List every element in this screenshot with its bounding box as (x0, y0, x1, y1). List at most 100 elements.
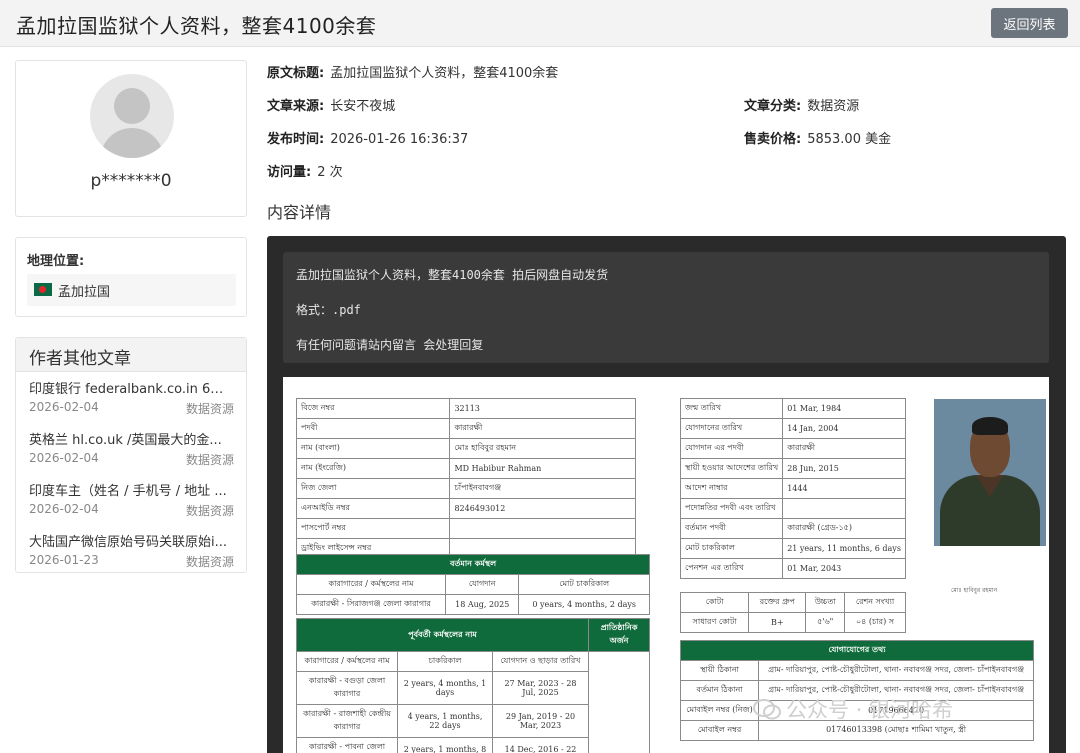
column-header: চাকরিকাল (397, 651, 493, 672)
table-cell: পাসপোর্ট নম্বর (295, 518, 451, 539)
meta-value: 数据资源 (807, 99, 860, 114)
user-silhouette-icon (114, 88, 150, 124)
table-cell: 0 years, 4 months, 2 days (518, 594, 650, 615)
meta-value: 5853.00 美金 (807, 132, 892, 147)
table-cell: 01 Mar, 2043 (782, 558, 906, 579)
table-cell: চাঁপাইনবাবগঞ্জ (449, 478, 636, 499)
section-heading: পূর্ববর্তী কর্মস্থলের নাম (295, 618, 590, 652)
column-header: মোট চাকরিকাল (518, 574, 650, 595)
geo-label: 地理位置: (27, 254, 85, 269)
list-item[interactable]: 印度银行 federalbank.co.in 63w 2026-02-04 数据… (16, 372, 246, 423)
list-item[interactable]: 印度车主（姓名 / 手机号 / 地址 ... 2026-02-04 数据资源 (16, 474, 246, 525)
meta-published: 发布时间: 2026-01-26 16:36:37 (267, 128, 468, 147)
wechat-watermark-icon (753, 699, 781, 720)
meta-price: 售卖价格: 5853.00 美金 (744, 128, 891, 147)
table-cell: 14 Dec, 2016 - 22 Jan, 2019 (491, 737, 590, 753)
watermark-text: 公众号 · 银河哈希 (786, 698, 954, 722)
meta-value: 长安不夜城 (330, 99, 396, 114)
column-header: রেশন সংখ্যা (844, 592, 906, 613)
table-cell (588, 651, 650, 753)
user-silhouette-body (100, 128, 164, 158)
other-articles-card: 作者其他文章 印度银行 federalbank.co.in 63w 2026-0… (15, 337, 247, 573)
code-block: 孟加拉国监狱个人资料，整套4100余套 拍后网盘自动发货 格式：.pdf 有任何… (283, 252, 1049, 363)
table-cell: 27 Mar, 2023 - 28 Jul, 2025 (491, 671, 590, 705)
meta-source: 文章来源: 长安不夜城 (267, 95, 395, 114)
table-cell: ৫'৬" (805, 612, 846, 633)
article-date: 2026-02-04 (29, 451, 99, 465)
article-date: 2026-02-04 (29, 502, 99, 516)
table-cell: বর্তমান পদবী (679, 518, 784, 539)
table-cell: নাম (বাংলা) (295, 438, 451, 459)
table-cell: 1444 (782, 478, 906, 499)
personal-info-table: বিজে নম্বর 32113 পদবী কারারক্ষী নাম (বাংলা… (295, 398, 636, 559)
article-title[interactable]: 英格兰 hl.co.uk /英国最大的金... (29, 429, 229, 448)
table-cell: কারারক্ষী - রাজশাহী কেন্দ্রীয় কারাগার (295, 704, 399, 738)
table-cell: 2 years, 4 months, 1 days (397, 671, 493, 705)
table-cell: পদোন্নতির পদবী এবং তারিখ (679, 498, 784, 519)
meta-label: 文章分类: (744, 99, 802, 114)
meta-visits: 访问量: 2 次 (267, 161, 343, 180)
photo-hair (972, 417, 1008, 435)
table-cell: সাধারণ কোটা (679, 612, 750, 633)
meta-value: 孟加拉国监狱个人资料，整套4100余套 (330, 66, 559, 81)
bangladesh-flag-icon (34, 283, 52, 296)
table-cell: বিজে নম্বর (295, 398, 451, 419)
table-cell: কারারক্ষী - বগুড়া জেলা কারাগার (295, 671, 399, 705)
table-cell: 01 Mar, 1984 (782, 398, 906, 419)
table-cell: মোঃ হাবিবুর রহমান (449, 438, 636, 459)
article-title[interactable]: 大陆国产微信原始号码关联原始i... (29, 531, 229, 550)
table-cell: স্থায়ী হওয়ার আদেশের তারিখ (679, 458, 784, 479)
table-cell: কারারক্ষী - সিরাজগঞ্জ জেলা কারাগার (295, 594, 447, 615)
table-cell: 32113 (449, 398, 636, 419)
list-item[interactable]: 大陆国产微信原始号码关联原始i... 2026-01-23 数据资源 (16, 525, 246, 576)
meta-value: 2026-01-26 16:36:37 (330, 132, 469, 147)
table-cell: নিজ জেলা (295, 478, 451, 499)
code-line: 孟加拉国监狱个人资料，整套4100余套 拍后网盘自动发货 (296, 268, 609, 282)
profile-photo (934, 399, 1046, 546)
table-cell (782, 498, 906, 519)
table-cell: MD Habibur Rahman (449, 458, 636, 479)
column-header: যোগদান ও ছাড়ার তারিখ (491, 651, 590, 672)
section-heading: প্রাতিষ্ঠানিক অর্জন (588, 618, 650, 652)
table-cell: 28 Jun, 2015 (782, 458, 906, 479)
table-cell: মোট চাকরিকাল (679, 538, 784, 559)
meta-label: 售卖价格: (744, 132, 802, 147)
table-cell: B+ (748, 612, 807, 633)
page-header: 孟加拉国监狱个人资料，整套4100余套 返回列表 (0, 0, 1080, 47)
meta-label: 原文标题: (267, 66, 325, 81)
column-header: রক্তের গ্রুপ (748, 592, 807, 613)
table-cell: এনআইডি নম্বর (295, 498, 451, 519)
avatar[interactable] (90, 74, 174, 158)
meta-label: 发布时间: (267, 132, 325, 147)
geo-location-row: 孟加拉国 (27, 274, 236, 306)
other-articles-heading: 作者其他文章 (16, 338, 246, 372)
table-cell: নাম (ইংরেজি) (295, 458, 451, 479)
table-cell: 4 years, 1 months, 22 days (397, 704, 493, 738)
table-cell: কারারক্ষী - পাবনা জেলা কারাগার (295, 737, 399, 753)
current-posting-table: বর্তমান কর্মস্থল কারাগারের / কর্মস্থলের … (295, 554, 650, 615)
content-detail-panel: 孟加拉国监狱个人资料，整套4100余套 拍后网盘自动发货 格式：.pdf 有任何… (267, 236, 1066, 753)
table-cell: কারারক্ষী (গ্রেড-১৫) (782, 518, 906, 539)
table-cell: পেনশন এর তারিখ (679, 558, 784, 579)
table-cell: কারারক্ষী (449, 418, 636, 439)
article-title[interactable]: 印度银行 federalbank.co.in 63w (29, 378, 229, 397)
article-date: 2026-01-23 (29, 553, 99, 567)
column-header: কোটা (679, 592, 750, 613)
table-cell: যোগদানের তারিখ (679, 418, 784, 439)
meta-value: 2 次 (317, 165, 343, 180)
article-category: 数据资源 (185, 402, 234, 416)
author-username[interactable]: p*******0 (16, 171, 246, 191)
meta-original-title: 原文标题: 孟加拉国监狱个人资料，整套4100余套 (267, 62, 558, 81)
article-title[interactable]: 印度车主（姓名 / 手机号 / 地址 ... (29, 480, 229, 499)
back-to-list-button[interactable]: 返回列表 (991, 8, 1068, 38)
section-heading: বর্তমান কর্মস্থল (296, 554, 650, 575)
table-cell: 14 Jan, 2004 (782, 418, 906, 439)
list-item[interactable]: 英格兰 hl.co.uk /英国最大的金... 2026-02-04 数据资源 (16, 423, 246, 474)
geo-country: 孟加拉国 (58, 285, 111, 300)
table-cell: পদবী (295, 418, 451, 439)
article-category: 数据资源 (185, 504, 234, 518)
contact-info-table: যোগাযোগের তথ্য স্থায়ী ঠিকানা গ্রাম- দারি… (679, 640, 1034, 741)
meta-category: 文章分类: 数据资源 (744, 95, 859, 114)
page-title: 孟加拉国监狱个人资料，整套4100余套 (16, 14, 377, 38)
column-header: কারাগারের / কর্মস্থলের নাম (295, 651, 399, 672)
